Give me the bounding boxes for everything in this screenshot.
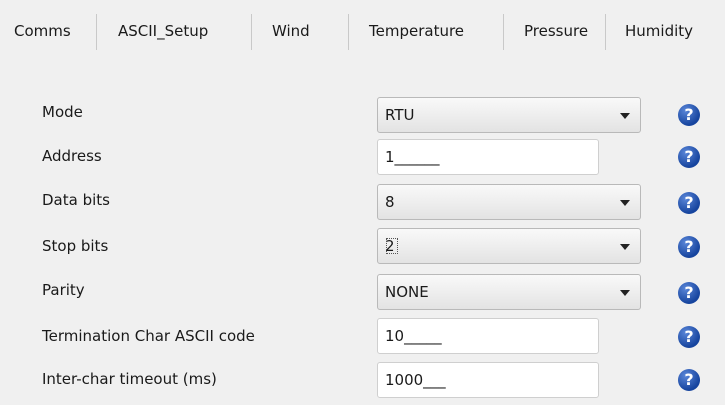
mode-select[interactable]: RTU — [377, 97, 641, 133]
tab-separator — [251, 14, 252, 50]
address-label: Address — [42, 147, 102, 165]
tab-ascii-setup[interactable]: ASCII_Setup — [118, 0, 208, 62]
help-icon[interactable]: ? — [678, 282, 700, 304]
tab-separator — [605, 14, 606, 50]
mode-label: Mode — [42, 103, 83, 121]
termination-char-label: Termination Char ASCII code — [42, 327, 255, 345]
tab-separator — [348, 14, 349, 50]
inter-char-timeout-value: 1000___ — [385, 371, 446, 389]
address-field[interactable]: 1______ — [377, 139, 599, 175]
help-icon[interactable]: ? — [678, 236, 700, 258]
help-icon[interactable]: ? — [678, 104, 700, 126]
inter-char-timeout-label: Inter-char timeout (ms) — [42, 370, 217, 388]
tab-bar: Comms ASCII_Setup Wind Temperature Press… — [0, 0, 725, 62]
stop-bits-select[interactable]: 2 — [377, 228, 641, 264]
termination-char-value: 10_____ — [385, 327, 442, 345]
help-icon[interactable]: ? — [678, 369, 700, 391]
parity-label: Parity — [42, 281, 85, 299]
help-icon[interactable]: ? — [678, 146, 700, 168]
chevron-down-icon — [620, 290, 630, 296]
tab-wind[interactable]: Wind — [272, 0, 310, 62]
stop-bits-label: Stop bits — [42, 237, 109, 255]
tab-separator — [96, 14, 97, 50]
chevron-down-icon — [620, 244, 630, 250]
termination-char-field[interactable]: 10_____ — [377, 318, 599, 354]
help-icon[interactable]: ? — [678, 326, 700, 348]
stop-bits-value: 2 — [385, 237, 399, 255]
data-bits-select[interactable]: 8 — [377, 184, 641, 220]
mode-value: RTU — [385, 106, 415, 124]
help-icon[interactable]: ? — [678, 192, 700, 214]
chevron-down-icon — [620, 200, 630, 206]
tab-pressure[interactable]: Pressure — [524, 0, 588, 62]
chevron-down-icon — [620, 113, 630, 119]
parity-value: NONE — [385, 283, 429, 301]
data-bits-value: 8 — [385, 193, 395, 211]
tab-temperature[interactable]: Temperature — [369, 0, 464, 62]
data-bits-label: Data bits — [42, 191, 110, 209]
address-value: 1______ — [385, 148, 440, 166]
tab-comms[interactable]: Comms — [14, 0, 71, 62]
tab-separator — [503, 14, 504, 50]
parity-select[interactable]: NONE — [377, 274, 641, 310]
tab-humidity[interactable]: Humidity — [625, 0, 693, 62]
inter-char-timeout-field[interactable]: 1000___ — [377, 362, 599, 398]
